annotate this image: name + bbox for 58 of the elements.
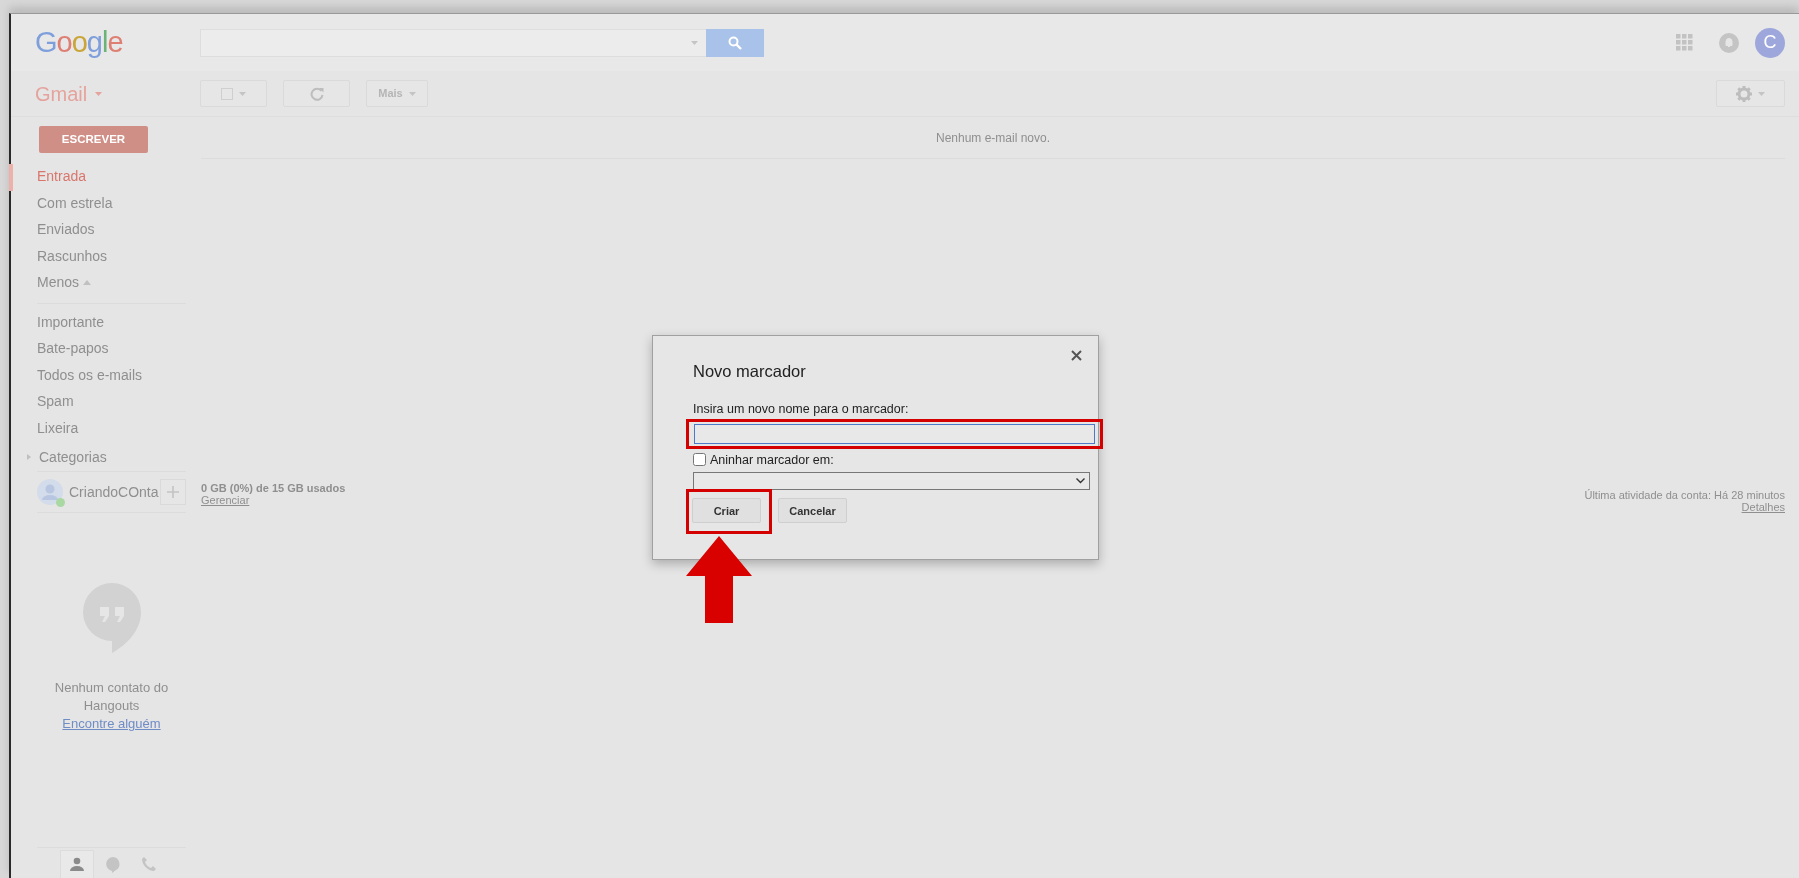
nav-item[interactable]: Spam xyxy=(9,389,186,416)
caret-icon xyxy=(408,91,416,96)
parent-label-dropdown[interactable] xyxy=(693,472,1090,491)
add-contact-button[interactable] xyxy=(160,479,186,505)
settings-icon xyxy=(1736,85,1752,102)
nav-item[interactable]: Com estrela xyxy=(9,190,186,217)
refresh-button[interactable] xyxy=(283,80,350,107)
empty-contacts-message: Nenhum contato do Hangouts xyxy=(53,679,170,715)
dialog-button[interactable]: Criar xyxy=(692,498,761,524)
refresh-icon xyxy=(309,86,324,101)
less-link[interactable]: Menos xyxy=(37,274,80,292)
person-icon xyxy=(69,856,85,873)
categories-label[interactable]: Categorias xyxy=(39,446,107,468)
checkbox-label[interactable]: Aninhar marcador em: xyxy=(710,450,834,470)
bell-icon[interactable] xyxy=(1719,32,1739,53)
phone-icon xyxy=(141,855,157,873)
nest-checkbox[interactable] xyxy=(693,453,706,467)
avatar[interactable]: C xyxy=(1755,27,1785,58)
label-name-input[interactable] xyxy=(694,423,1095,444)
up-arrow-icon xyxy=(686,536,752,624)
search-icon xyxy=(728,35,742,50)
chevron-down-icon xyxy=(1076,478,1085,485)
nav-item[interactable]: Lixeira xyxy=(9,415,186,442)
search-button[interactable] xyxy=(706,28,764,57)
nav-item[interactable]: Rascunhos xyxy=(9,243,186,270)
settings-button[interactable] xyxy=(1716,80,1785,107)
caret-up-icon xyxy=(83,280,92,286)
plus-icon xyxy=(167,486,179,498)
empty-inbox-message: Nenhum e-mail novo. xyxy=(935,131,1051,145)
nav-item[interactable]: Bate-papos xyxy=(9,336,186,363)
dialog-button[interactable]: Cancelar xyxy=(778,498,847,524)
search-field[interactable] xyxy=(200,28,764,57)
select-button[interactable] xyxy=(200,80,267,107)
close-icon[interactable] xyxy=(1071,350,1082,361)
storage-usage-text: 0 GB (0%) de 15 GB usados xyxy=(201,482,346,494)
google-logo[interactable]: Google xyxy=(35,20,200,65)
details-link[interactable]: Detalhes xyxy=(1741,501,1785,513)
caret-icon xyxy=(239,91,246,96)
nav-item[interactable]: Todos os e-mails xyxy=(9,362,186,389)
hangouts-tab[interactable] xyxy=(60,850,94,878)
find-someone-link[interactable]: Encontre alguém xyxy=(62,715,161,733)
nav-item[interactable]: Entrada xyxy=(9,164,186,191)
contact-name[interactable]: CriandoCOnta xyxy=(69,481,159,503)
quote-bubble-icon xyxy=(105,855,121,873)
caret-icon xyxy=(1758,91,1765,96)
apps-grid-icon[interactable] xyxy=(1676,34,1693,51)
manage-link[interactable]: Gerenciar xyxy=(201,494,250,506)
compose-button[interactable]: ESCREVER xyxy=(39,126,148,153)
expand-arrow-icon[interactable] xyxy=(27,454,31,460)
caret-icon[interactable] xyxy=(691,40,698,45)
dialog-title: Novo marcador xyxy=(693,361,807,382)
person-avatar-icon xyxy=(37,479,63,505)
nav-item[interactable]: Importante xyxy=(9,309,186,336)
nav-item[interactable]: Enviados xyxy=(9,217,186,244)
account-activity-text: Última atividade da conta: Há 28 minutos xyxy=(1584,489,1785,501)
field-label: Insira um novo nome para o marcador: xyxy=(693,400,910,418)
caret-icon[interactable] xyxy=(95,91,103,96)
app-name[interactable]: Gmail xyxy=(35,78,88,109)
